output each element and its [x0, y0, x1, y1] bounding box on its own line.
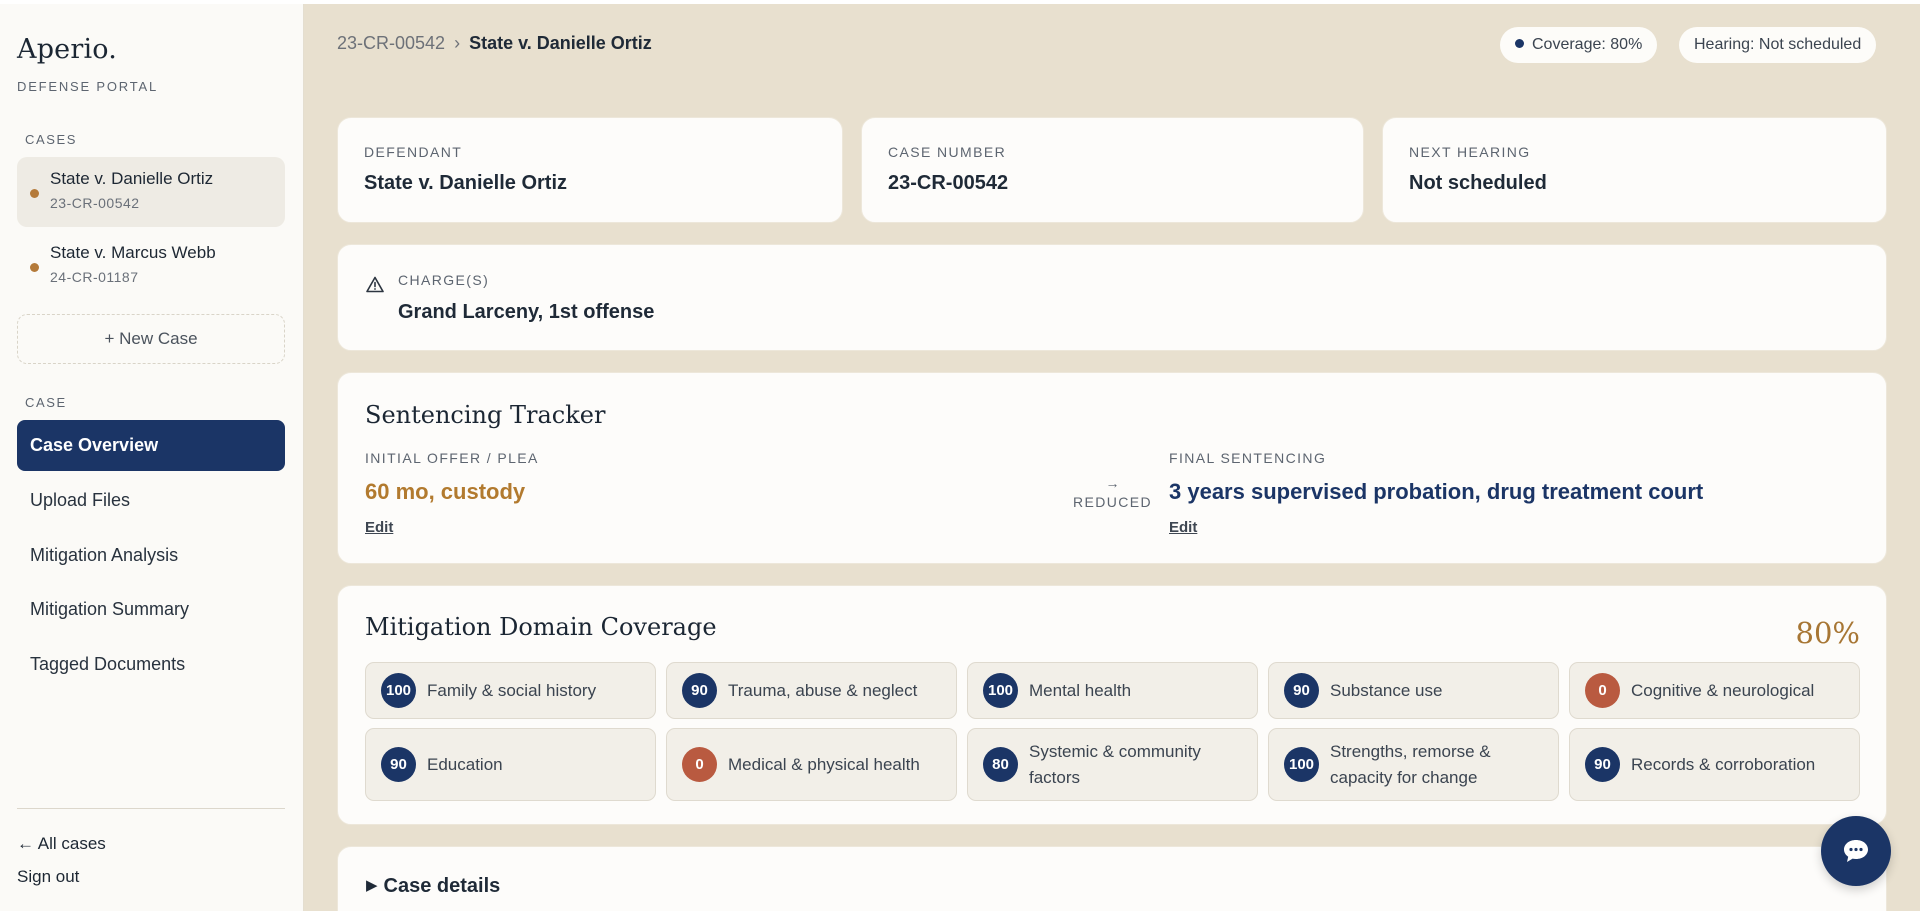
reduced-indicator: → REDUCED — [1073, 475, 1152, 510]
nav-mitigation-analysis[interactable]: Mitigation Analysis — [17, 530, 285, 581]
domain-score-badge: 90 — [381, 747, 416, 782]
sidebar: Aperio. DEFENSE PORTAL CASES State v. Da… — [0, 4, 304, 911]
domain-label: Records & corroboration — [1631, 755, 1816, 774]
arrow-right-icon: → — [1105, 475, 1120, 491]
breadcrumb-separator: › — [454, 33, 461, 53]
edit-initial-offer-link[interactable]: Edit — [365, 519, 393, 536]
case-section-label: CASE — [25, 395, 67, 410]
case-details-title: Case details — [383, 875, 501, 897]
initial-offer-label: INITIAL OFFER / PLEA — [365, 450, 539, 466]
hearing-pill-label: Hearing: Not scheduled — [1694, 36, 1862, 53]
defendant-label: DEFENDANT — [364, 144, 463, 160]
chat-bubble-icon — [1842, 838, 1870, 869]
nav-upload-files[interactable]: Upload Files — [17, 475, 285, 526]
final-sentencing-label: FINAL SENTENCING — [1169, 450, 1327, 466]
domain-score-badge: 80 — [983, 747, 1018, 782]
domain-label: Trauma, abuse & neglect — [728, 681, 918, 700]
chat-button[interactable] — [1821, 816, 1891, 886]
charges-card: CHARGE(S) Grand Larceny, 1st offense — [337, 244, 1887, 351]
domain-label: Strengths, remorse & capacity for change — [1330, 742, 1491, 787]
domain-score-badge: 90 — [682, 673, 717, 708]
final-sentencing-value: 3 years supervised probation, drug treat… — [1169, 479, 1704, 504]
domain-score-badge: 100 — [1284, 747, 1319, 782]
cases-section-label: CASES — [25, 132, 78, 147]
domain-strengths-remorse[interactable]: 100 Strengths, remorse & capacity for ch… — [1268, 728, 1559, 801]
domain-label: Substance use — [1330, 681, 1443, 700]
case-number-card: CASE NUMBER 23-CR-00542 — [861, 117, 1364, 223]
domain-mental-health[interactable]: 100 Mental health — [967, 662, 1258, 719]
domain-trauma-abuse-neglect[interactable]: 90 Trauma, abuse & neglect — [666, 662, 957, 719]
domain-label: Cognitive & neurological — [1631, 681, 1815, 700]
case-item-webb[interactable]: State v. Marcus Webb 24-CR-01187 — [17, 231, 285, 301]
case-number: 24-CR-01187 — [50, 269, 139, 285]
domain-label: Systemic & community factors — [1029, 742, 1201, 787]
new-case-button[interactable]: + New Case — [17, 314, 285, 364]
case-title: State v. Marcus Webb — [50, 243, 216, 262]
case-number-value: 23-CR-00542 — [888, 172, 1009, 194]
case-item-ortiz[interactable]: State v. Danielle Ortiz 23-CR-00542 — [17, 157, 285, 227]
defendant-value: State v. Danielle Ortiz — [364, 172, 568, 194]
charges-value: Grand Larceny, 1st offense — [398, 301, 655, 323]
nav-tagged-documents[interactable]: Tagged Documents — [17, 639, 285, 690]
domain-medical-physical-health[interactable]: 0 Medical & physical health — [666, 728, 957, 801]
case-status-dot — [30, 263, 39, 272]
defendant-card: DEFENDANT State v. Danielle Ortiz — [337, 117, 843, 223]
sidebar-divider — [17, 808, 285, 809]
sentencing-tracker-title: Sentencing Tracker — [365, 401, 606, 429]
domain-label: Medical & physical health — [728, 755, 920, 774]
domain-cognitive-neurological[interactable]: 0 Cognitive & neurological — [1569, 662, 1860, 719]
hearing-pill: Hearing: Not scheduled — [1679, 27, 1877, 63]
all-cases-link[interactable]: ← All cases — [17, 834, 106, 854]
coverage-dot — [1515, 39, 1524, 48]
nav-case-overview[interactable]: Case Overview — [17, 420, 285, 471]
brand-subtitle: DEFENSE PORTAL — [17, 79, 159, 94]
coverage-pill: Coverage: 80% — [1500, 27, 1658, 63]
case-status-dot — [30, 189, 39, 198]
mitigation-coverage-card: Mitigation Domain Coverage 80% 100 Famil… — [337, 585, 1887, 825]
domain-family-social-history[interactable]: 100 Family & social history — [365, 662, 656, 719]
coverage-percent: 80% — [1795, 616, 1860, 650]
case-details-toggle[interactable]: ▶ Case details — [366, 875, 500, 898]
case-number: 23-CR-00542 — [50, 195, 140, 211]
domain-label: Education — [427, 755, 503, 774]
breadcrumb-case-number[interactable]: 23-CR-00542 — [337, 33, 445, 53]
domain-score-badge: 100 — [983, 673, 1018, 708]
domain-score-badge: 90 — [1585, 747, 1620, 782]
sign-out-link[interactable]: Sign out — [17, 867, 79, 887]
domain-score-badge: 0 — [1585, 673, 1620, 708]
domain-score-badge: 0 — [682, 747, 717, 782]
coverage-title: Mitigation Domain Coverage — [365, 613, 717, 641]
domain-education[interactable]: 90 Education — [365, 728, 656, 801]
warning-icon — [366, 276, 384, 298]
domain-systemic-community-factors[interactable]: 80 Systemic & community factors — [967, 728, 1258, 801]
sentencing-tracker-card: Sentencing Tracker INITIAL OFFER / PLEA … — [337, 372, 1887, 564]
next-hearing-label: NEXT HEARING — [1409, 144, 1531, 160]
initial-offer-value: 60 mo, custody — [365, 479, 526, 504]
next-hearing-value: Not scheduled — [1409, 172, 1547, 194]
disclosure-triangle-icon: ▶ — [366, 877, 378, 894]
brand-logo: Aperio. — [17, 34, 118, 65]
domain-score-badge: 100 — [381, 673, 416, 708]
case-details-card[interactable]: ▶ Case details — [337, 846, 1887, 911]
domain-records-corroboration[interactable]: 90 Records & corroboration — [1569, 728, 1860, 801]
case-number-label: CASE NUMBER — [888, 144, 1007, 160]
domain-score-badge: 90 — [1284, 673, 1319, 708]
next-hearing-card: NEXT HEARING Not scheduled — [1382, 117, 1887, 223]
domain-label: Family & social history — [427, 681, 597, 700]
coverage-pill-label: Coverage: 80% — [1532, 36, 1643, 53]
domain-label: Mental health — [1029, 681, 1132, 700]
edit-final-sentencing-link[interactable]: Edit — [1169, 519, 1197, 536]
charges-label: CHARGE(S) — [398, 272, 490, 288]
case-title: State v. Danielle Ortiz — [50, 169, 214, 188]
domain-substance-use[interactable]: 90 Substance use — [1268, 662, 1559, 719]
breadcrumb-current: State v. Danielle Ortiz — [469, 33, 652, 53]
breadcrumb: 23-CR-00542 › State v. Danielle Ortiz — [337, 33, 652, 54]
reduced-label: REDUCED — [1073, 494, 1153, 510]
nav-mitigation-summary[interactable]: Mitigation Summary — [17, 584, 285, 635]
